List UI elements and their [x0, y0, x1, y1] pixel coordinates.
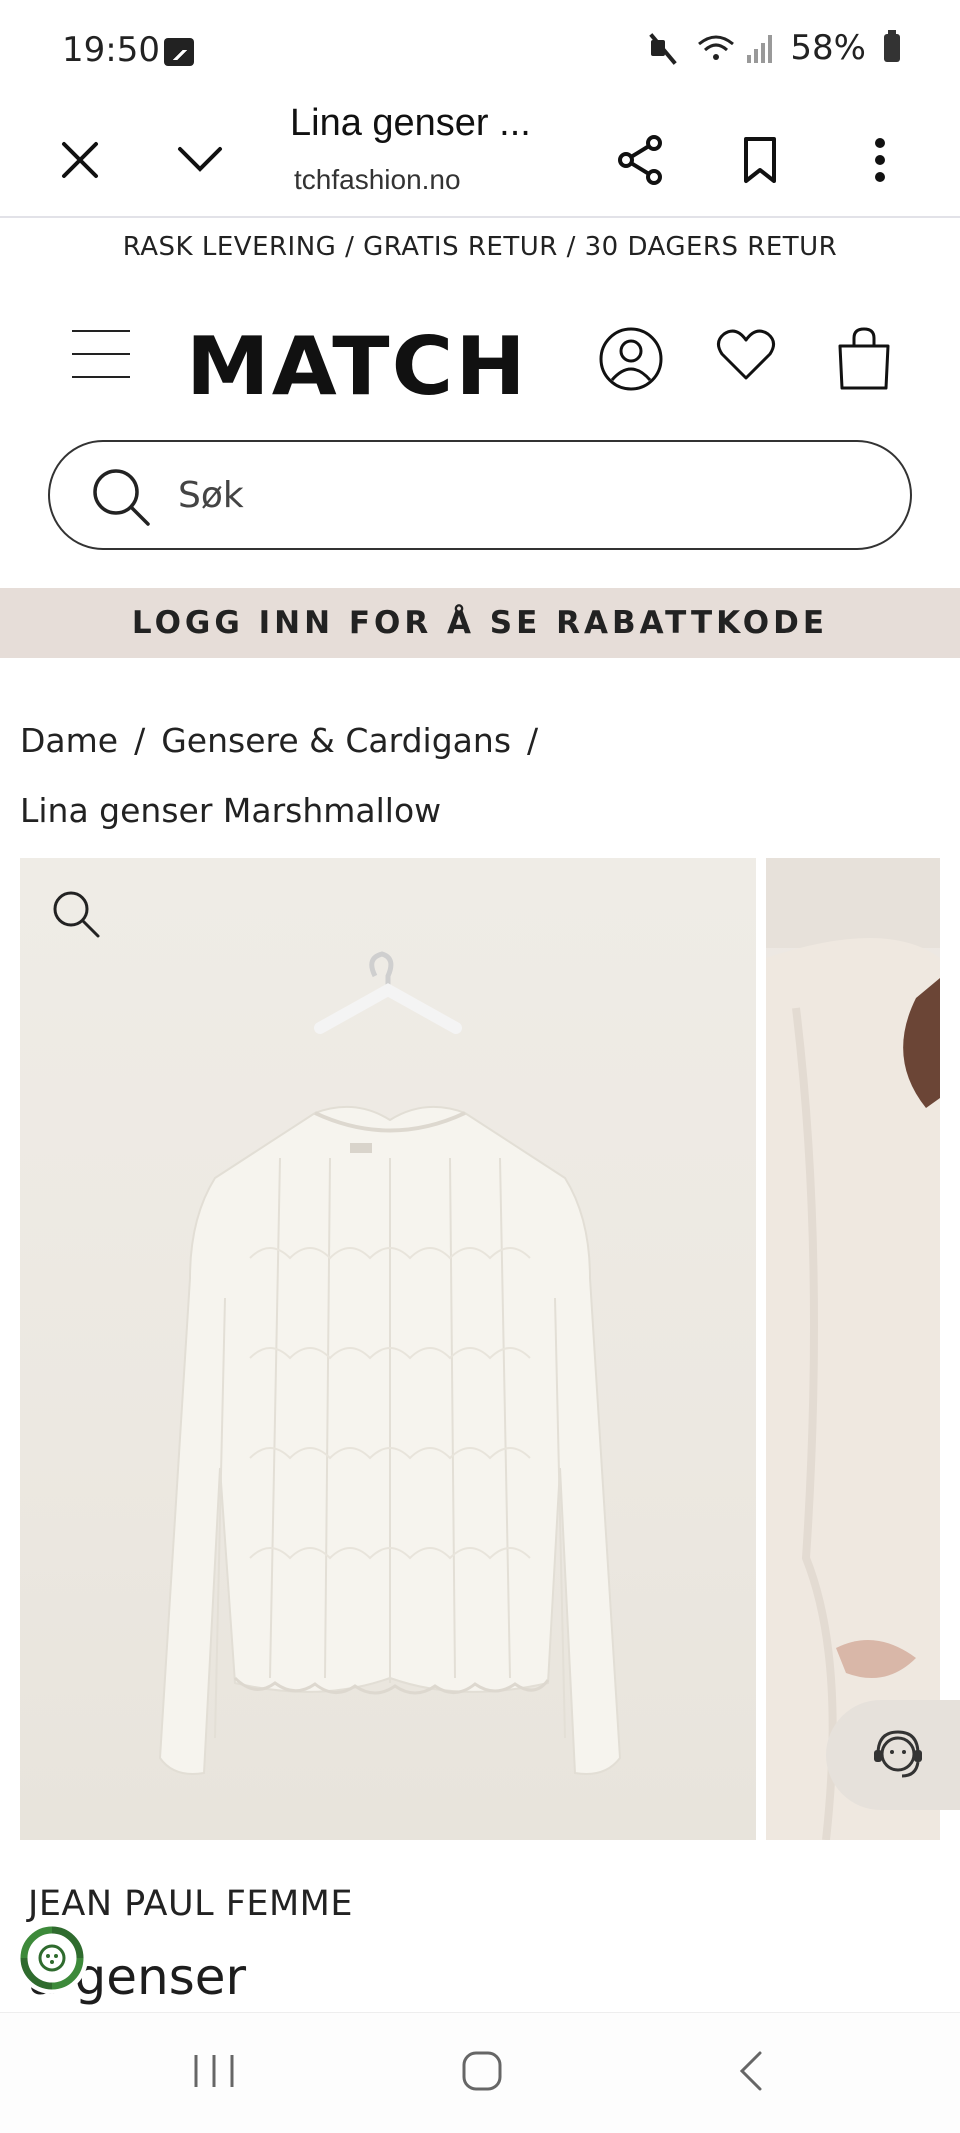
signal-icon: [747, 33, 773, 63]
browser-toolbar: Lina genser ... tchfashion.no: [0, 100, 960, 218]
mute-icon: [647, 32, 679, 64]
product-brand[interactable]: JEAN PAUL FEMME: [28, 1884, 353, 1924]
share-icon: [618, 135, 662, 185]
product-gallery[interactable]: [20, 858, 940, 1840]
site-header: MATCH: [0, 300, 960, 430]
battery-icon: [884, 30, 900, 62]
zoom-icon[interactable]: [50, 888, 102, 940]
menu-icon-line: [72, 330, 130, 332]
recycle-icon: [20, 1926, 84, 1990]
gallery-icon: [164, 38, 194, 66]
battery-level: 58%: [790, 28, 866, 68]
chevron-down-icon: [178, 147, 222, 172]
account-button[interactable]: [598, 326, 668, 396]
status-time: 19:50: [62, 30, 160, 70]
page-url[interactable]: tchfashion.no: [294, 164, 461, 196]
model-image: [766, 858, 940, 1840]
recents-icon: [194, 2055, 234, 2087]
site-logo[interactable]: MATCH: [186, 320, 528, 413]
close-icon: [62, 142, 98, 178]
breadcrumb-item-gensere[interactable]: Gensere & Cardigans: [161, 721, 511, 760]
back-button[interactable]: [712, 2041, 792, 2101]
more-icon: [875, 138, 885, 182]
breadcrumb-separator: /: [527, 721, 539, 760]
close-tab-button[interactable]: [40, 120, 120, 200]
sweater-image: [158, 951, 622, 1775]
status-bar: 19:50 58%: [0, 0, 960, 100]
login-discount-banner[interactable]: LOGG INN FOR Å SE RABATTKODE: [0, 588, 960, 658]
breadcrumb: Dame / Gensere & Cardigans / Lina genser Ma…: [20, 706, 940, 846]
eco-badge[interactable]: [16, 1922, 88, 1994]
cart-button[interactable]: [836, 326, 906, 396]
bookmark-icon: [744, 137, 776, 183]
menu-button[interactable]: [72, 330, 130, 378]
heart-icon: [717, 329, 775, 380]
share-button[interactable]: [600, 120, 680, 200]
product-image-main[interactable]: [20, 858, 756, 1840]
chat-support-button[interactable]: [826, 1700, 960, 1810]
search-input[interactable]: [178, 442, 878, 548]
search-icon: [93, 469, 150, 526]
minimize-button[interactable]: [160, 120, 240, 200]
account-icon: [599, 327, 663, 391]
breadcrumb-item-current: Lina genser Marshmallow: [20, 791, 442, 830]
status-icons: 58%: [647, 28, 900, 68]
menu-icon-line: [72, 376, 130, 378]
breadcrumb-separator: /: [134, 721, 146, 760]
support-agent-icon: [874, 1730, 922, 1778]
bookmark-button[interactable]: [720, 120, 800, 200]
wishlist-button[interactable]: [716, 326, 786, 396]
menu-icon-line: [72, 353, 130, 355]
back-icon: [739, 2051, 762, 2091]
home-icon: [462, 2051, 502, 2091]
breadcrumb-item-dame[interactable]: Dame: [20, 721, 118, 760]
page-title: Lina genser ...: [290, 102, 531, 144]
system-nav-bar: [0, 2012, 960, 2133]
bag-icon: [838, 327, 890, 390]
promo-strip: RASK LEVERING / GRATIS RETUR / 30 DAGERS…: [122, 232, 838, 262]
product-image-next[interactable]: [766, 858, 940, 1840]
more-options-button[interactable]: [840, 120, 920, 200]
home-button[interactable]: [442, 2041, 522, 2101]
search-bar[interactable]: [48, 440, 912, 550]
recents-button[interactable]: [174, 2041, 254, 2101]
wifi-icon: [697, 32, 735, 64]
